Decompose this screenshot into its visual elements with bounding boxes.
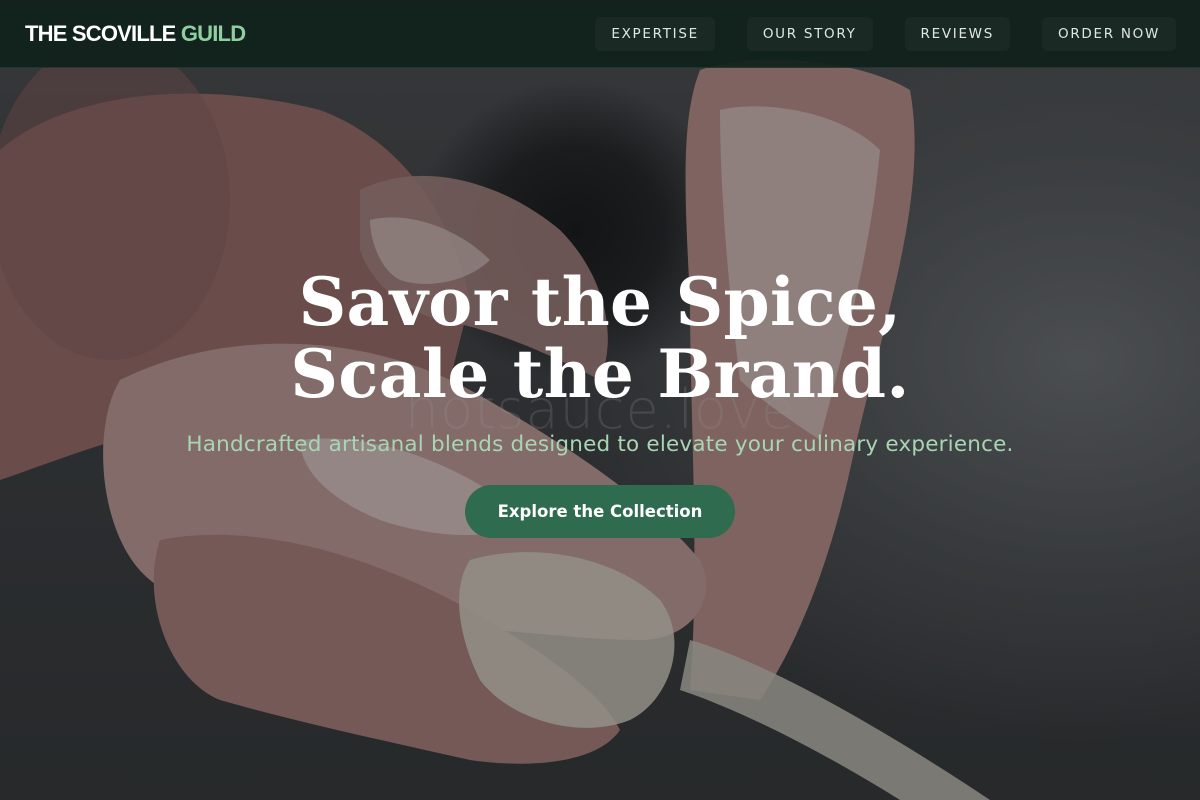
nav-links: EXPERTISE OUR STORY REVIEWS ORDER NOW	[595, 17, 1176, 51]
nav-link-expertise[interactable]: EXPERTISE	[595, 17, 714, 51]
hero-headline: Savor the Spice, Scale the Brand.	[0, 266, 1200, 410]
hero-content: Savor the Spice, Scale the Brand. Handcr…	[0, 266, 1200, 538]
nav-link-reviews[interactable]: REVIEWS	[905, 17, 1010, 51]
nav-link-order-now[interactable]: ORDER NOW	[1042, 17, 1176, 51]
brand-name-accent: GUILD	[180, 20, 246, 46]
explore-collection-button[interactable]: Explore the Collection	[465, 485, 735, 538]
nav-link-our-story[interactable]: OUR STORY	[747, 17, 873, 51]
top-navigation-bar: THE SCOVILLE GUILD EXPERTISE OUR STORY R…	[0, 0, 1200, 68]
brand-name-primary: THE SCOVILLE	[25, 20, 176, 46]
hero-headline-line-2: Scale the Brand.	[290, 335, 910, 413]
hero-headline-line-1: Savor the Spice,	[298, 263, 902, 341]
hero-subtitle: Handcrafted artisanal blends designed to…	[186, 432, 1014, 457]
brand-logo[interactable]: THE SCOVILLE GUILD	[25, 20, 246, 47]
